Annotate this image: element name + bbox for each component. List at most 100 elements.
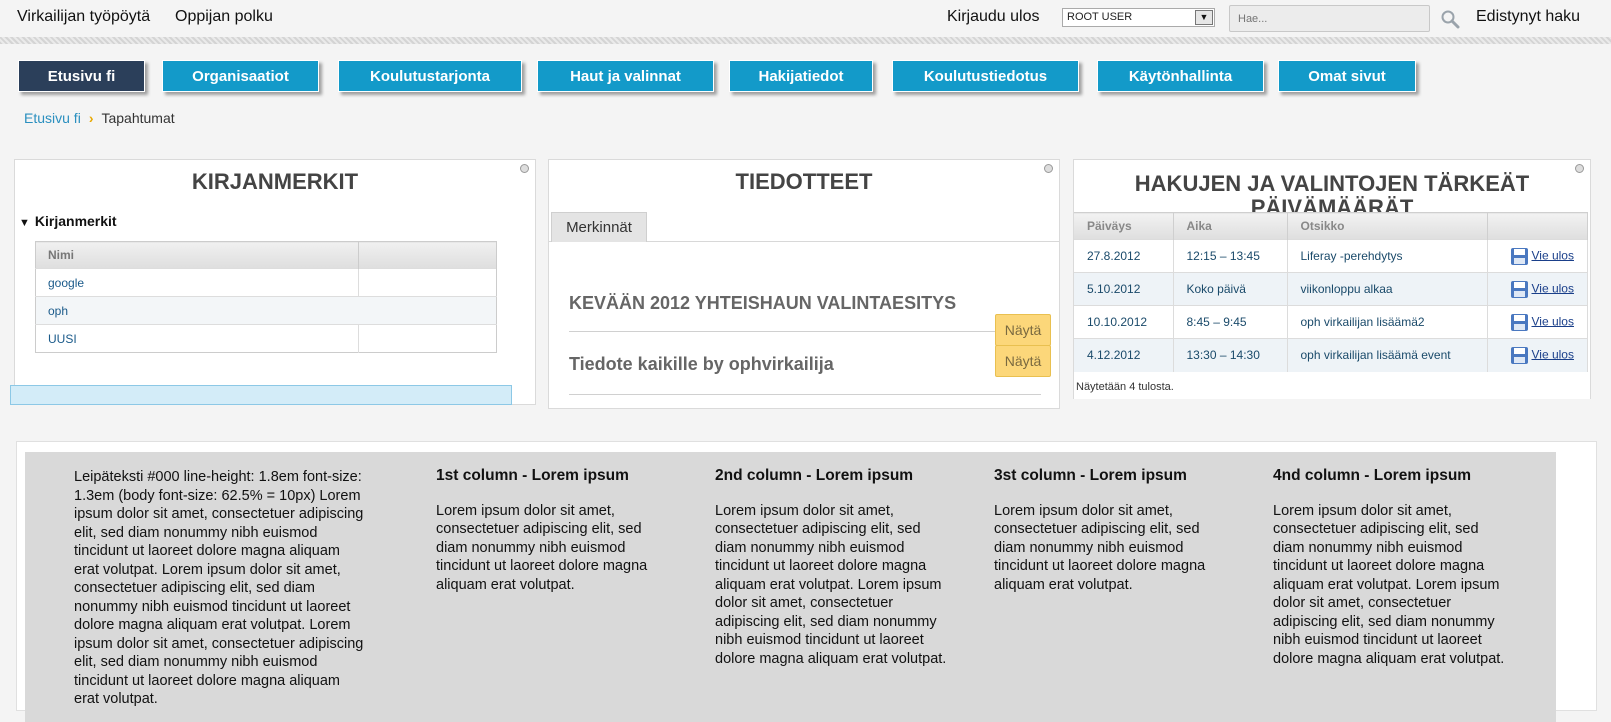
export-cell: Vie ulos	[1487, 239, 1588, 273]
event-time: Koko päivä	[1173, 272, 1288, 306]
logout-link[interactable]: Kirjaudu ulos	[947, 8, 1040, 26]
column-heading: 2nd column - Lorem ipsum	[715, 467, 914, 484]
column-header-export	[1487, 212, 1588, 240]
triangle-down-icon: ▼	[19, 217, 30, 229]
breadcrumb-separator: ›	[88, 110, 94, 126]
user-select-value: ROOT USER	[1067, 11, 1133, 23]
portlet-options-icon[interactable]	[1575, 164, 1584, 173]
top-bar: Virkailijan työpöytä Oppijan polku Kirja…	[0, 0, 1611, 36]
export-link[interactable]: Vie ulos	[1532, 248, 1574, 262]
news-item: KEVÄÄN 2012 YHTEISHAUN VALINTAESITYS Näy…	[569, 272, 1051, 346]
news-item: Tiedote kaikille by ophvirkailija Näytä	[569, 332, 1051, 395]
event-date: 10.10.2012	[1074, 305, 1174, 339]
content-column-3: 3st column - Lorem ipsum Lorem ipsum dol…	[994, 467, 1234, 594]
advanced-search-link[interactable]: Edistynyt haku	[1476, 8, 1580, 26]
link-virkailijan-tyopoyta[interactable]: Virkailijan työpöytä	[17, 8, 150, 26]
save-icon[interactable]	[1510, 280, 1529, 299]
portlet-options-icon[interactable]	[1044, 164, 1053, 173]
breadcrumb: Etusivu fi › Tapahtumat	[24, 110, 175, 126]
event-time: 12:15 – 13:45	[1173, 239, 1288, 273]
export-cell: Vie ulos	[1487, 305, 1588, 339]
content-column-1: 1st column - Lorem ipsum Lorem ipsum dol…	[436, 467, 676, 594]
column-text: Lorem ipsum dolor sit amet, consectetuer…	[715, 502, 947, 667]
news-title: TIEDOTTEET	[735, 169, 873, 194]
table-row: oph	[35, 296, 497, 325]
bookmarks-toggle[interactable]: ▼ Kirjanmerkit	[19, 213, 117, 229]
bookmarks-toggle-label: Kirjanmerkit	[34, 213, 117, 229]
news-item-title[interactable]: Tiedote kaikille by ophvirkailija	[569, 354, 834, 375]
event-subject[interactable]: Liferay -perehdytys	[1287, 239, 1488, 273]
column-heading: 3st column - Lorem ipsum	[994, 467, 1187, 484]
news-item-title[interactable]: KEVÄÄN 2012 YHTEISHAUN VALINTAESITYS	[569, 293, 956, 314]
column-header-date[interactable]: Päiväys	[1074, 212, 1174, 240]
intro-text: Leipäteksti #000 line-height: 1.8em font…	[74, 469, 364, 707]
event-date: 5.10.2012	[1074, 272, 1174, 306]
export-link[interactable]: Vie ulos	[1532, 314, 1574, 328]
header-divider	[0, 37, 1611, 44]
user-select[interactable]: ROOT USER ▼	[1062, 8, 1215, 27]
table-row: google	[35, 268, 497, 297]
content-column-4: 4nd column - Lorem ipsum Lorem ipsum dol…	[1273, 467, 1513, 668]
nav-etusivu[interactable]: Etusivu fi	[18, 60, 145, 92]
breadcrumb-home[interactable]: Etusivu fi	[24, 110, 81, 126]
column-header-time[interactable]: Aika	[1173, 212, 1288, 240]
search-input[interactable]	[1229, 5, 1430, 32]
news-tab-strip: Merkinnät	[549, 212, 1059, 242]
dates-table: Päiväys Aika Otsikko 27.8.2012 12:15 – 1…	[1074, 212, 1588, 372]
event-subject[interactable]: oph virkailijan lisäämä2	[1287, 305, 1488, 339]
intro-column: Leipäteksti #000 line-height: 1.8em font…	[74, 468, 364, 709]
chevron-down-icon[interactable]: ▼	[1195, 10, 1213, 25]
event-subject[interactable]: oph virkailijan lisäämä event	[1287, 338, 1488, 372]
column-text: Lorem ipsum dolor sit amet, consectetuer…	[436, 502, 648, 593]
nav-hakijatiedot[interactable]: Hakijatiedot	[729, 60, 873, 92]
nav-omat-sivut[interactable]: Omat sivut	[1278, 60, 1416, 92]
nav-organisaatiot[interactable]: Organisaatiot	[162, 60, 319, 92]
bookmarks-table: Nimi google oph UUSI	[35, 241, 497, 353]
table-row: 27.8.2012 12:15 – 13:45 Liferay -perehdy…	[1074, 239, 1588, 273]
event-date: 27.8.2012	[1074, 239, 1174, 273]
nav-haut-ja-valinnat[interactable]: Haut ja valinnat	[537, 60, 714, 92]
bookmark-link-oph[interactable]: oph	[35, 296, 497, 325]
save-icon[interactable]	[1510, 247, 1529, 266]
event-time: 13:30 – 14:30	[1173, 338, 1288, 372]
dates-portlet: HAKUJEN JA VALINTOJEN TÄRKEÄT PÄIVÄMÄÄRÄ…	[1073, 159, 1591, 399]
link-oppijan-polku[interactable]: Oppijan polku	[175, 8, 273, 26]
tab-merkinnat[interactable]: Merkinnät	[551, 212, 647, 242]
portlet-options-icon[interactable]	[520, 164, 529, 173]
bookmarks-portlet: KIRJANMERKIT ▼ Kirjanmerkit Nimi google o…	[10, 159, 536, 405]
export-link[interactable]: Vie ulos	[1532, 281, 1574, 295]
nav-kaytonhallinta[interactable]: Käytönhallinta	[1097, 60, 1264, 92]
table-row: 5.10.2012 Koko päivä viikonloppu alkaa V…	[1074, 272, 1588, 306]
export-link[interactable]: Vie ulos	[1532, 347, 1574, 361]
column-header-subject[interactable]: Otsikko	[1287, 212, 1488, 240]
column-header-name[interactable]: Nimi	[35, 241, 359, 269]
event-time: 8:45 – 9:45	[1173, 305, 1288, 339]
column-heading: 4nd column - Lorem ipsum	[1273, 467, 1472, 484]
export-cell: Vie ulos	[1487, 272, 1588, 306]
export-cell: Vie ulos	[1487, 338, 1588, 372]
search-icon[interactable]	[1440, 9, 1460, 29]
show-news-button[interactable]: Näytä	[995, 345, 1051, 377]
save-icon[interactable]	[1510, 313, 1529, 332]
breadcrumb-current: Tapahtumat	[101, 110, 175, 126]
table-row: 10.10.2012 8:45 – 9:45 oph virkailijan l…	[1074, 305, 1588, 339]
event-date: 4.12.2012	[1074, 338, 1174, 372]
event-subject[interactable]: viikonloppu alkaa	[1287, 272, 1488, 306]
dates-footer: Näytetään 4 tulosta.	[1076, 381, 1174, 393]
column-text: Lorem ipsum dolor sit amet, consectetuer…	[1273, 502, 1505, 667]
content-column-2: 2nd column - Lorem ipsum Lorem ipsum dol…	[715, 467, 955, 668]
column-text: Lorem ipsum dolor sit amet, consectetuer…	[994, 502, 1206, 593]
nav-koulutustiedotus[interactable]: Koulutustiedotus	[892, 60, 1079, 92]
column-heading: 1st column - Lorem ipsum	[436, 467, 629, 484]
content-area: Leipäteksti #000 line-height: 1.8em font…	[16, 441, 1597, 722]
column-header-empty	[358, 241, 497, 269]
save-icon[interactable]	[1510, 346, 1529, 365]
table-row: UUSI	[35, 324, 497, 353]
bookmark-link-uusi[interactable]: UUSI	[35, 324, 359, 353]
table-row: 4.12.2012 13:30 – 14:30 oph virkailijan …	[1074, 338, 1588, 372]
nav-koulutustarjonta[interactable]: Koulutustarjonta	[338, 60, 522, 92]
bookmarks-title: KIRJANMERKIT	[191, 169, 359, 194]
news-portlet: TIEDOTTEET Merkinnät KEVÄÄN 2012 YHTEISH…	[548, 159, 1060, 409]
bookmarks-add-bar[interactable]	[10, 385, 512, 405]
bookmark-link-google[interactable]: google	[35, 268, 359, 297]
